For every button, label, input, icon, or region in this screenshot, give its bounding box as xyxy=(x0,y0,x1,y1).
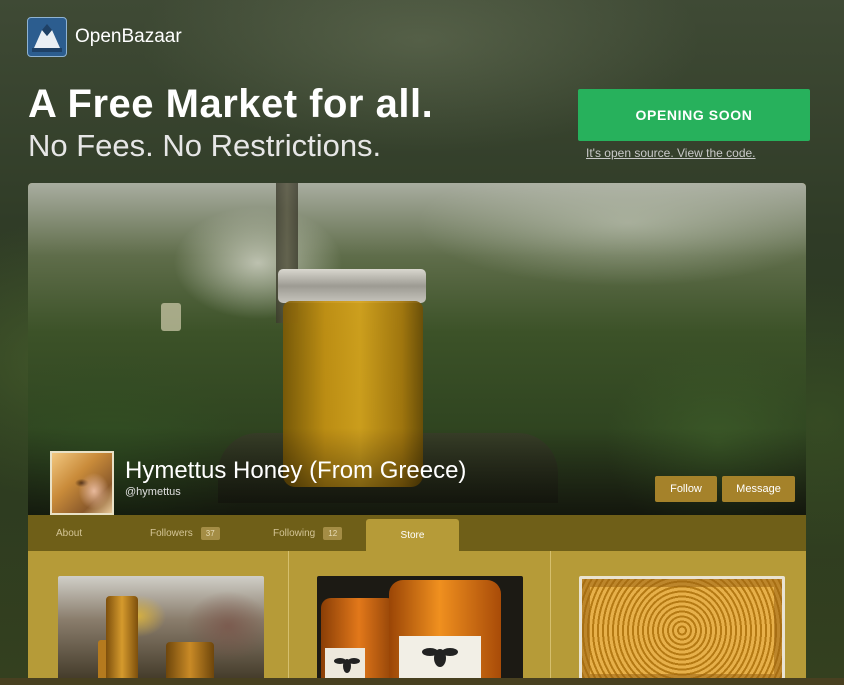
column-divider xyxy=(288,551,289,685)
tab-following[interactable]: Following 12 xyxy=(273,515,343,551)
follow-button[interactable]: Follow xyxy=(655,476,717,502)
tab-store-label: Store xyxy=(400,529,425,541)
hero-title: A Free Market for all. xyxy=(28,82,434,126)
followers-count-badge: 37 xyxy=(200,526,220,540)
bottom-bar xyxy=(0,678,844,685)
brand-logo[interactable]: OpenBazaar xyxy=(27,17,182,57)
store-handle: @hymettus xyxy=(125,486,181,498)
brand-name: OpenBazaar xyxy=(75,26,182,47)
tab-followers[interactable]: Followers 37 xyxy=(150,515,220,551)
tab-followers-label: Followers xyxy=(150,527,193,539)
tab-about[interactable]: About xyxy=(56,515,82,551)
tab-about-label: About xyxy=(56,527,83,539)
openbazaar-logo-icon xyxy=(27,17,67,57)
following-count-badge: 12 xyxy=(323,526,343,540)
opening-soon-button[interactable]: OPENING SOON xyxy=(578,89,810,141)
product-card-honeycomb[interactable] xyxy=(579,576,785,685)
jar-shape xyxy=(106,596,138,685)
tab-store[interactable]: Store xyxy=(366,519,459,551)
message-button[interactable]: Message xyxy=(722,476,795,502)
frame-rim xyxy=(582,579,782,682)
lantern-shape xyxy=(161,303,181,331)
view-code-link[interactable]: It's open source. View the code. xyxy=(586,146,756,160)
hero-subtitle: No Fees. No Restrictions. xyxy=(28,128,382,163)
store-name: Hymettus Honey (From Greece) xyxy=(125,457,467,484)
column-divider xyxy=(550,551,551,685)
tab-following-label: Following xyxy=(273,527,316,539)
avatar[interactable] xyxy=(50,451,114,515)
product-card-honey-jars[interactable] xyxy=(58,576,264,685)
jar-lid xyxy=(278,269,426,303)
store-preview: Hymettus Honey (From Greece) @hymettus F… xyxy=(28,183,806,685)
product-grid xyxy=(28,551,806,685)
product-card-labeled-jars[interactable] xyxy=(317,576,523,685)
